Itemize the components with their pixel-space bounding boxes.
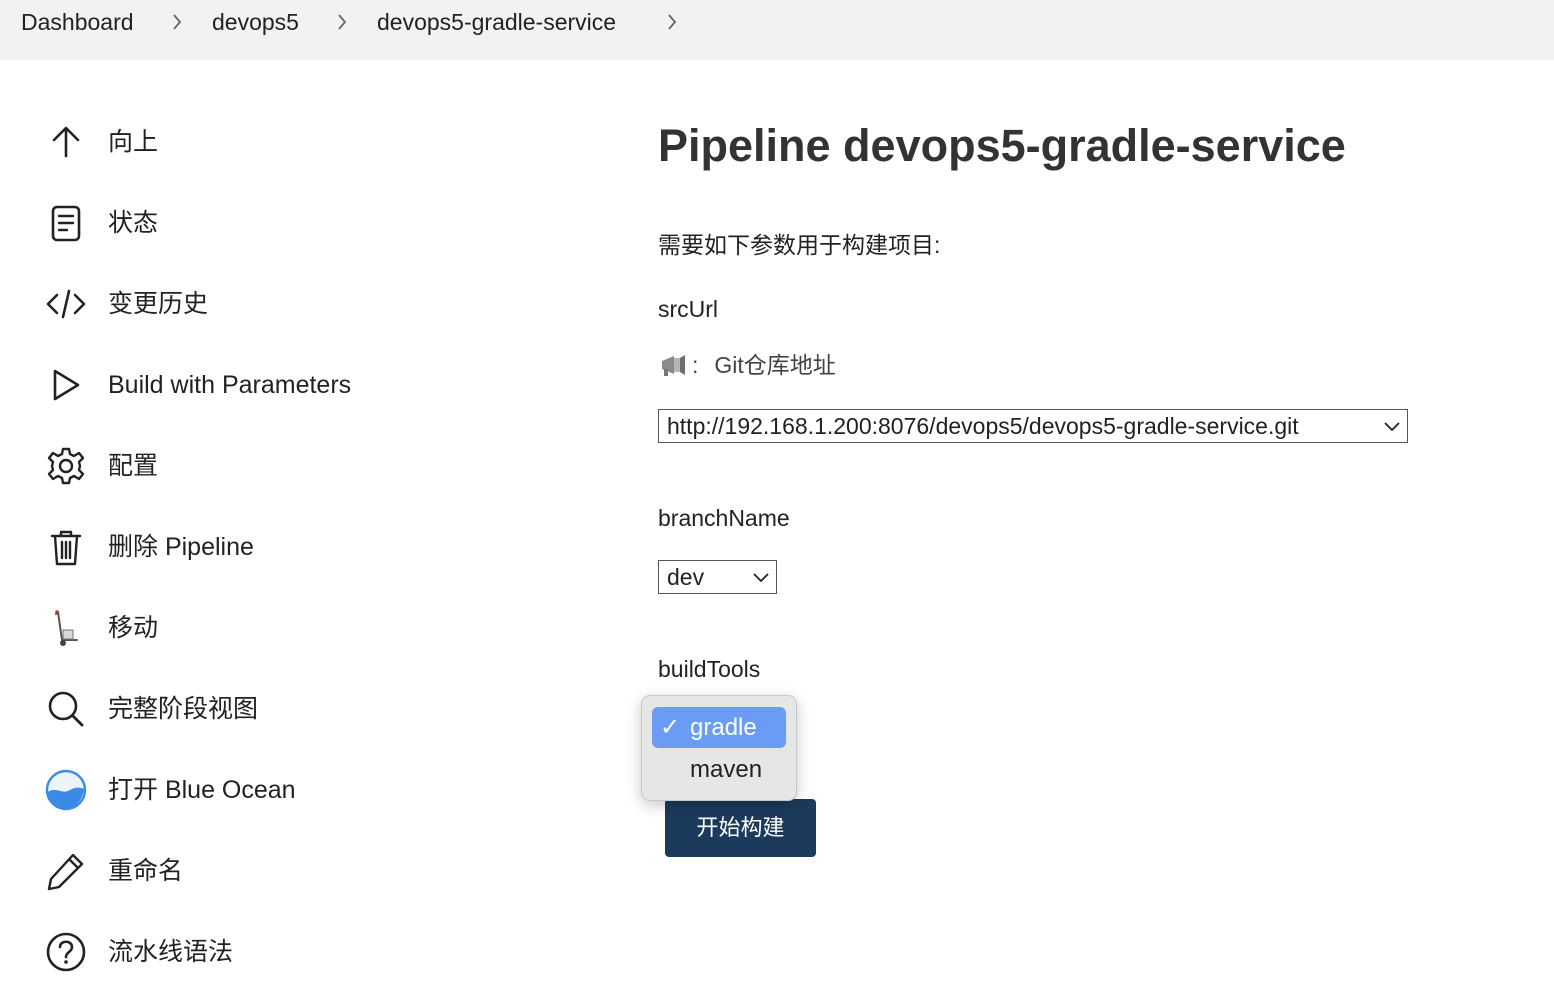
blue-ocean-icon	[44, 768, 88, 812]
srcurl-select-value: http://192.168.1.200:8076/devops5/devops…	[667, 413, 1299, 439]
breadcrumb-item-job[interactable]: devops5-gradle-service	[377, 6, 616, 38]
megaphone-icon	[658, 350, 688, 380]
dropdown-option-maven[interactable]: maven	[652, 749, 786, 790]
sidebar-item-up[interactable]: 向上	[44, 117, 464, 167]
sidebar-item-label: 流水线语法	[108, 938, 234, 966]
sidebar-item-label: 完整阶段视图	[108, 695, 259, 723]
sidebar-item-open-blue-ocean[interactable]: 打开 Blue Ocean	[44, 765, 464, 815]
breadcrumb-item-devops5[interactable]: devops5	[212, 6, 299, 38]
sidebar-item-label: 配置	[108, 452, 159, 480]
param-name-srcurl: srcUrl	[658, 296, 719, 322]
dropdown-option-gradle[interactable]: ✓ gradle	[652, 707, 786, 748]
sidebar-item-rename[interactable]: 重命名	[44, 846, 464, 896]
sidebar-item-full-stage-view[interactable]: 完整阶段视图	[44, 684, 464, 734]
sidebar-item-build-with-parameters[interactable]: Build with Parameters	[44, 360, 464, 410]
sidebar-item-move[interactable]: 移动	[44, 603, 464, 653]
breadcrumb-item-dashboard[interactable]: Dashboard	[21, 6, 134, 38]
sidebar-item-label: Build with Parameters	[108, 371, 352, 399]
play-icon	[44, 363, 88, 407]
start-build-button[interactable]: 开始构建	[665, 799, 816, 857]
help-icon	[44, 930, 88, 974]
srcurl-select[interactable]: http://192.168.1.200:8076/devops5/devops…	[658, 409, 1408, 443]
sidebar-item-status[interactable]: 状态	[44, 198, 464, 248]
checkmark-icon: ✓	[660, 714, 681, 741]
document-icon	[44, 201, 88, 245]
param-description-srcurl: : Git仓库地址	[658, 348, 836, 382]
chevron-right-icon[interactable]	[663, 6, 681, 38]
chevron-down-icon	[1383, 419, 1401, 433]
buildtools-dropdown-menu: ✓ gradle maven	[641, 695, 797, 801]
sidebar-item-delete-pipeline[interactable]: 删除 Pipeline	[44, 522, 464, 572]
sidebar-item-label: 删除 Pipeline	[108, 533, 254, 561]
sidebar-item-label: 打开 Blue Ocean	[108, 776, 296, 804]
gear-icon	[44, 444, 88, 488]
breadcrumb: Dashboard devops5 devops5-gradle-service	[0, 0, 1554, 60]
sidebar-item-label: 向上	[108, 128, 159, 156]
chevron-right-icon[interactable]	[168, 6, 186, 38]
sidebar-item-label: 变更历史	[108, 290, 209, 318]
hand-truck-icon	[44, 606, 88, 650]
param-name-branchname: branchName	[658, 505, 790, 531]
page-title: Pipeline devops5-gradle-service	[658, 120, 1346, 171]
trash-icon	[44, 525, 88, 569]
option-label: gradle	[690, 714, 757, 741]
chevron-down-icon	[752, 570, 770, 584]
code-icon	[44, 282, 88, 326]
sidebar-item-label: 状态	[108, 209, 159, 237]
param-name-buildtools: buildTools	[658, 656, 761, 682]
search-icon	[44, 687, 88, 731]
sidebar-item-label: 移动	[108, 614, 159, 642]
arrow-up-icon	[44, 120, 88, 164]
parameters-intro: 需要如下参数用于构建项目:	[658, 232, 941, 258]
branchname-select-value: dev	[667, 564, 705, 590]
description-text: Git仓库地址	[714, 352, 836, 378]
sidebar-item-label: 重命名	[108, 857, 184, 885]
chevron-right-icon[interactable]	[333, 6, 351, 38]
description-colon: :	[692, 352, 699, 378]
branchname-select[interactable]: dev	[658, 560, 777, 594]
pencil-icon	[44, 849, 88, 893]
sidebar-item-pipeline-syntax[interactable]: 流水线语法	[44, 927, 464, 977]
option-label: maven	[690, 756, 763, 783]
sidebar-item-changes[interactable]: 变更历史	[44, 279, 464, 329]
sidebar-item-configure[interactable]: 配置	[44, 441, 464, 491]
